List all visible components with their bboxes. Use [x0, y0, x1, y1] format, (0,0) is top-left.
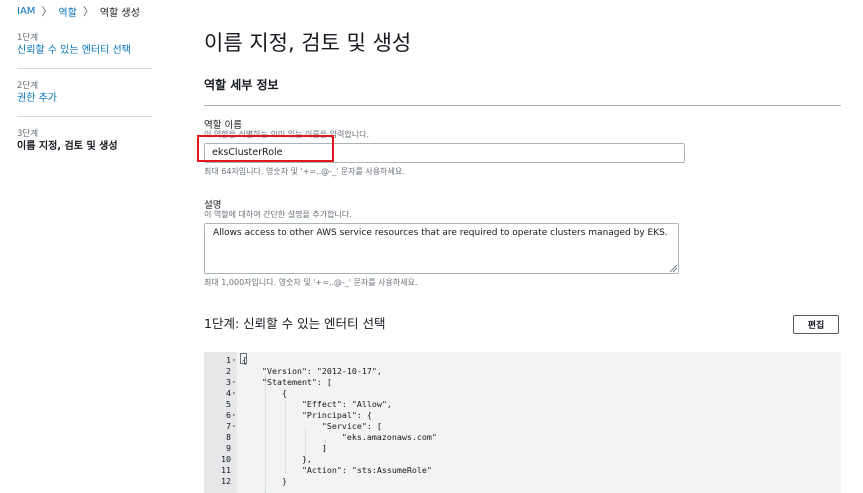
divider — [17, 68, 152, 69]
page-title: 이름 지정, 검토 및 생성 — [204, 31, 412, 55]
description-help-text: 이 역할에 대하여 간단한 설명을 추가합니다. — [204, 210, 352, 219]
role-name-hint: 최대 64자입니다. 영숫자 및 '+=,.@-_' 문자를 사용하세요. — [204, 167, 405, 176]
fold-arrow-icon[interactable]: ▾ — [232, 421, 236, 432]
line-number: 8 — [226, 432, 231, 442]
code-text: } — [242, 476, 287, 486]
section-divider — [204, 105, 841, 106]
wizard-step-2: 2단계 권한 추가 — [17, 81, 152, 116]
wizard-step-3: 3단계 이름 지정, 검토 및 생성 — [17, 129, 152, 164]
code-line: 3 ▾ "Statement": [ — [204, 377, 841, 388]
edit-button[interactable]: 편집 — [793, 315, 839, 334]
code-line: 1 ▾ { — [204, 355, 841, 366]
wizard-step-1-link[interactable]: 신뢰할 수 있는 엔터티 선택 — [17, 44, 152, 58]
code-line: 9 ] — [204, 443, 841, 454]
code-text: "Action": "sts:AssumeRole" — [242, 465, 432, 475]
wizard-step-number: 1단계 — [17, 33, 39, 43]
code-line: 8 "eks.amazonaws.com" — [204, 432, 841, 443]
description-textarea[interactable]: Allows access to other AWS service resou… — [204, 223, 679, 274]
wizard-step-number: 3단계 — [17, 129, 39, 139]
line-number: 7 — [226, 421, 231, 431]
chevron-right-icon: 〉 — [41, 5, 53, 18]
line-number: 10 — [221, 454, 231, 464]
fold-arrow-icon[interactable]: ▾ — [232, 388, 236, 399]
wizard-step-2-link[interactable]: 권한 추가 — [17, 92, 152, 106]
line-number: 6 — [226, 410, 231, 420]
code-text: { — [242, 388, 287, 398]
resize-handle-icon[interactable] — [669, 264, 677, 272]
highlight-box — [197, 135, 334, 162]
description-value: Allows access to other AWS service resou… — [213, 228, 668, 238]
line-number: 4 — [226, 388, 231, 398]
chevron-right-icon: 〉 — [82, 5, 94, 18]
line-number: 9 — [226, 443, 231, 453]
code-text: }, — [242, 454, 312, 464]
fold-arrow-icon[interactable]: ▾ — [232, 355, 236, 366]
line-number: 5 — [226, 399, 231, 409]
code-text: "Effect": "Allow", — [242, 399, 392, 409]
wizard-step-1: 1단계 신뢰할 수 있는 엔터티 선택 — [17, 33, 152, 68]
code-line: 6 ▾ "Principal": { — [204, 410, 841, 421]
line-number: 1 — [226, 355, 231, 365]
trust-policy-heading: 1단계: 신뢰할 수 있는 엔터티 선택 — [204, 316, 386, 331]
code-text: "Statement": [ — [242, 377, 332, 387]
code-text: "Principal": { — [242, 410, 372, 420]
code-line: 2 "Version": "2012-10-17", — [204, 366, 841, 377]
line-number: 11 — [221, 465, 231, 475]
line-number: 12 — [221, 476, 231, 486]
code-text: "Version": "2012-10-17", — [242, 366, 382, 376]
wizard-step-3-current: 이름 지정, 검토 및 생성 — [17, 141, 118, 152]
breadcrumb: IAM 〉 역할 〉 역할 생성 — [17, 3, 140, 19]
code-line: 10 }, — [204, 454, 841, 465]
fold-arrow-icon[interactable]: ▾ — [232, 410, 236, 421]
breadcrumb-current: 역할 생성 — [99, 7, 140, 19]
code-text: "Service": [ — [242, 421, 382, 431]
wizard-steps-nav: 1단계 신뢰할 수 있는 엔터티 선택 2단계 권한 추가 3단계 이름 지정,… — [17, 33, 152, 164]
code-text: { — [242, 355, 247, 365]
breadcrumb-roles-link[interactable]: 역할 — [58, 4, 76, 19]
divider — [17, 116, 152, 117]
wizard-step-number: 2단계 — [17, 81, 39, 91]
code-line: 11 "Action": "sts:AssumeRole" — [204, 465, 841, 476]
line-number: 3 — [226, 377, 231, 387]
line-number: 2 — [226, 366, 231, 376]
code-text: "eks.amazonaws.com" — [242, 432, 437, 442]
code-line: 4 ▾ { — [204, 388, 841, 399]
breadcrumb-iam-link[interactable]: IAM — [17, 6, 35, 17]
trust-policy-code-editor[interactable]: 1 ▾{2 "Version": "2012-10-17", 3 ▾ "Stateme… — [204, 352, 841, 493]
fold-arrow-icon[interactable]: ▾ — [232, 377, 236, 388]
code-line: 12 } — [204, 476, 841, 487]
code-line: 7 ▾ "Service": [ — [204, 421, 841, 432]
code-line: 5 "Effect": "Allow", — [204, 399, 841, 410]
code-text: ] — [242, 443, 327, 453]
section-title: 역할 세부 정보 — [204, 78, 279, 92]
description-hint: 최대 1,000자입니다. 영숫자 및 '+=,.@-_' 문자를 사용하세요. — [204, 278, 418, 287]
